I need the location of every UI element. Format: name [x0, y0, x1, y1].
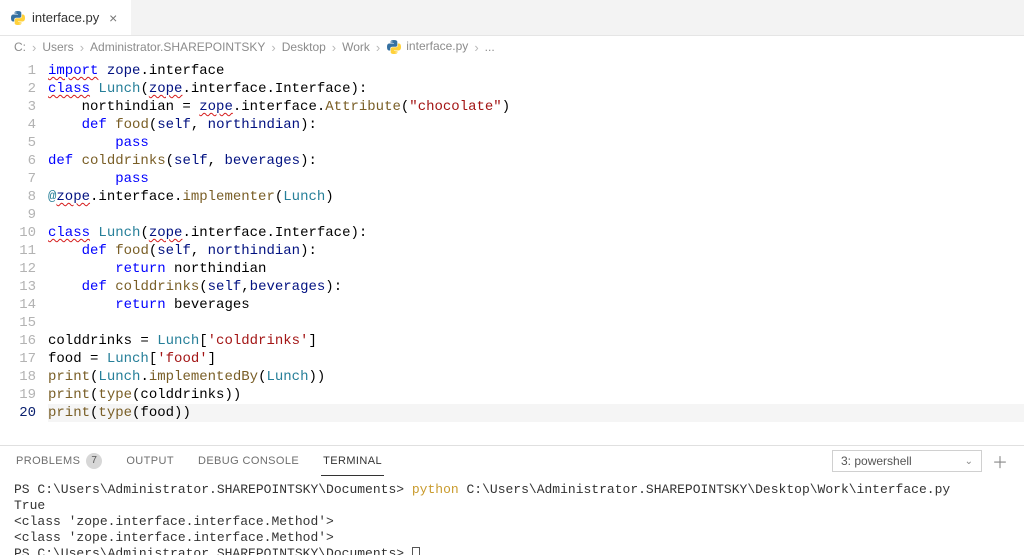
code-line[interactable]: colddrinks = Lunch['colddrinks'] [48, 332, 1024, 350]
line-number: 6 [0, 152, 36, 170]
panel-tab-label: PROBLEMS [16, 455, 80, 467]
line-number: 11 [0, 242, 36, 260]
code-line[interactable]: import zope.interface [48, 62, 1024, 80]
line-number: 3 [0, 98, 36, 116]
python-file-icon [386, 39, 402, 55]
code-line[interactable]: return northindian [48, 260, 1024, 278]
panel-tab-output[interactable]: OUTPUT [124, 446, 176, 476]
chevron-right-icon: › [330, 40, 338, 55]
code-line[interactable] [48, 314, 1024, 332]
terminal-line: <class 'zope.interface.interface.Method'… [14, 530, 1010, 546]
bottom-panel: PROBLEMS 7 OUTPUT DEBUG CONSOLE TERMINAL… [0, 445, 1024, 555]
chevron-down-icon: ⌄ [965, 456, 973, 467]
panel-tab-bar: PROBLEMS 7 OUTPUT DEBUG CONSOLE TERMINAL… [0, 446, 1024, 476]
breadcrumb: C: › Users › Administrator.SHAREPOINTSKY › Des… [0, 36, 1024, 58]
problems-count-badge: 7 [86, 453, 102, 469]
line-number: 4 [0, 116, 36, 134]
code-line[interactable]: pass [48, 170, 1024, 188]
line-number: 20 [0, 404, 36, 422]
chevron-right-icon: › [269, 40, 277, 55]
line-number: 17 [0, 350, 36, 368]
line-number: 2 [0, 80, 36, 98]
breadcrumb-item[interactable]: Administrator.SHAREPOINTSKY [90, 40, 265, 54]
line-number: 13 [0, 278, 36, 296]
panel-tab-label: OUTPUT [126, 455, 174, 467]
code-line[interactable]: print(Lunch.implementedBy(Lunch)) [48, 368, 1024, 386]
panel-tab-label: TERMINAL [323, 455, 382, 467]
terminal-line: PS C:\Users\Administrator.SHAREPOINTSKY\… [14, 546, 1010, 555]
line-number: 16 [0, 332, 36, 350]
code-line[interactable]: @zope.interface.implementer(Lunch) [48, 188, 1024, 206]
line-number-gutter: 1234567891011121314151617181920 [0, 58, 48, 445]
new-terminal-button[interactable]: ＋ [990, 451, 1010, 471]
line-number: 15 [0, 314, 36, 332]
line-number: 1 [0, 62, 36, 80]
chevron-right-icon: › [472, 40, 480, 55]
terminal-select[interactable]: 3: powershell ⌄ [832, 450, 982, 472]
breadcrumb-item[interactable]: C: [14, 40, 26, 54]
breadcrumb-item[interactable]: Work [342, 40, 370, 54]
terminal-output[interactable]: PS C:\Users\Administrator.SHAREPOINTSKY\… [0, 476, 1024, 555]
terminal-line: True [14, 498, 1010, 514]
tab-bar: interface.py × [0, 0, 1024, 36]
line-number: 19 [0, 386, 36, 404]
breadcrumb-item[interactable]: interface.py [386, 39, 468, 55]
code-line[interactable]: def food(self, northindian): [48, 242, 1024, 260]
code-area[interactable]: import zope.interfaceclass Lunch(zope.in… [48, 58, 1024, 445]
line-number: 5 [0, 134, 36, 152]
breadcrumb-item[interactable]: Desktop [282, 40, 326, 54]
code-line[interactable]: class Lunch(zope.interface.Interface): [48, 224, 1024, 242]
panel-tab-terminal[interactable]: TERMINAL [321, 446, 384, 476]
code-line[interactable]: class Lunch(zope.interface.Interface): [48, 80, 1024, 98]
editor-tab[interactable]: interface.py × [0, 0, 131, 35]
app-root: interface.py × C: › Users › Administrator.SH… [0, 0, 1024, 555]
python-file-icon [10, 10, 26, 26]
code-line[interactable] [48, 206, 1024, 224]
line-number: 9 [0, 206, 36, 224]
line-number: 18 [0, 368, 36, 386]
close-tab-button[interactable]: × [105, 10, 121, 26]
terminal-line: <class 'zope.interface.interface.Method'… [14, 514, 1010, 530]
code-line[interactable]: pass [48, 134, 1024, 152]
cursor-icon [412, 547, 420, 555]
code-line[interactable]: print(type(colddrinks)) [48, 386, 1024, 404]
code-line[interactable]: def colddrinks(self,beverages): [48, 278, 1024, 296]
code-line[interactable]: def colddrinks(self, beverages): [48, 152, 1024, 170]
breadcrumb-item[interactable]: Users [42, 40, 73, 54]
code-editor[interactable]: 1234567891011121314151617181920 import z… [0, 58, 1024, 445]
code-line[interactable]: food = Lunch['food'] [48, 350, 1024, 368]
chevron-right-icon: › [374, 40, 382, 55]
line-number: 10 [0, 224, 36, 242]
panel-tab-debug-console[interactable]: DEBUG CONSOLE [196, 446, 301, 476]
terminal-select-value: 3: powershell [841, 454, 912, 468]
code-line[interactable]: northindian = zope.interface.Attribute("… [48, 98, 1024, 116]
line-number: 8 [0, 188, 36, 206]
terminal-line: PS C:\Users\Administrator.SHAREPOINTSKY\… [14, 482, 1010, 498]
code-line[interactable]: print(type(food)) [48, 404, 1024, 422]
line-number: 7 [0, 170, 36, 188]
breadcrumb-item[interactable]: ... [485, 40, 495, 54]
panel-tab-label: DEBUG CONSOLE [198, 455, 299, 467]
code-line[interactable]: return beverages [48, 296, 1024, 314]
chevron-right-icon: › [78, 40, 86, 55]
tab-filename: interface.py [32, 10, 99, 25]
line-number: 14 [0, 296, 36, 314]
panel-tab-problems[interactable]: PROBLEMS 7 [14, 446, 104, 476]
chevron-right-icon: › [30, 40, 38, 55]
code-line[interactable]: def food(self, northindian): [48, 116, 1024, 134]
line-number: 12 [0, 260, 36, 278]
